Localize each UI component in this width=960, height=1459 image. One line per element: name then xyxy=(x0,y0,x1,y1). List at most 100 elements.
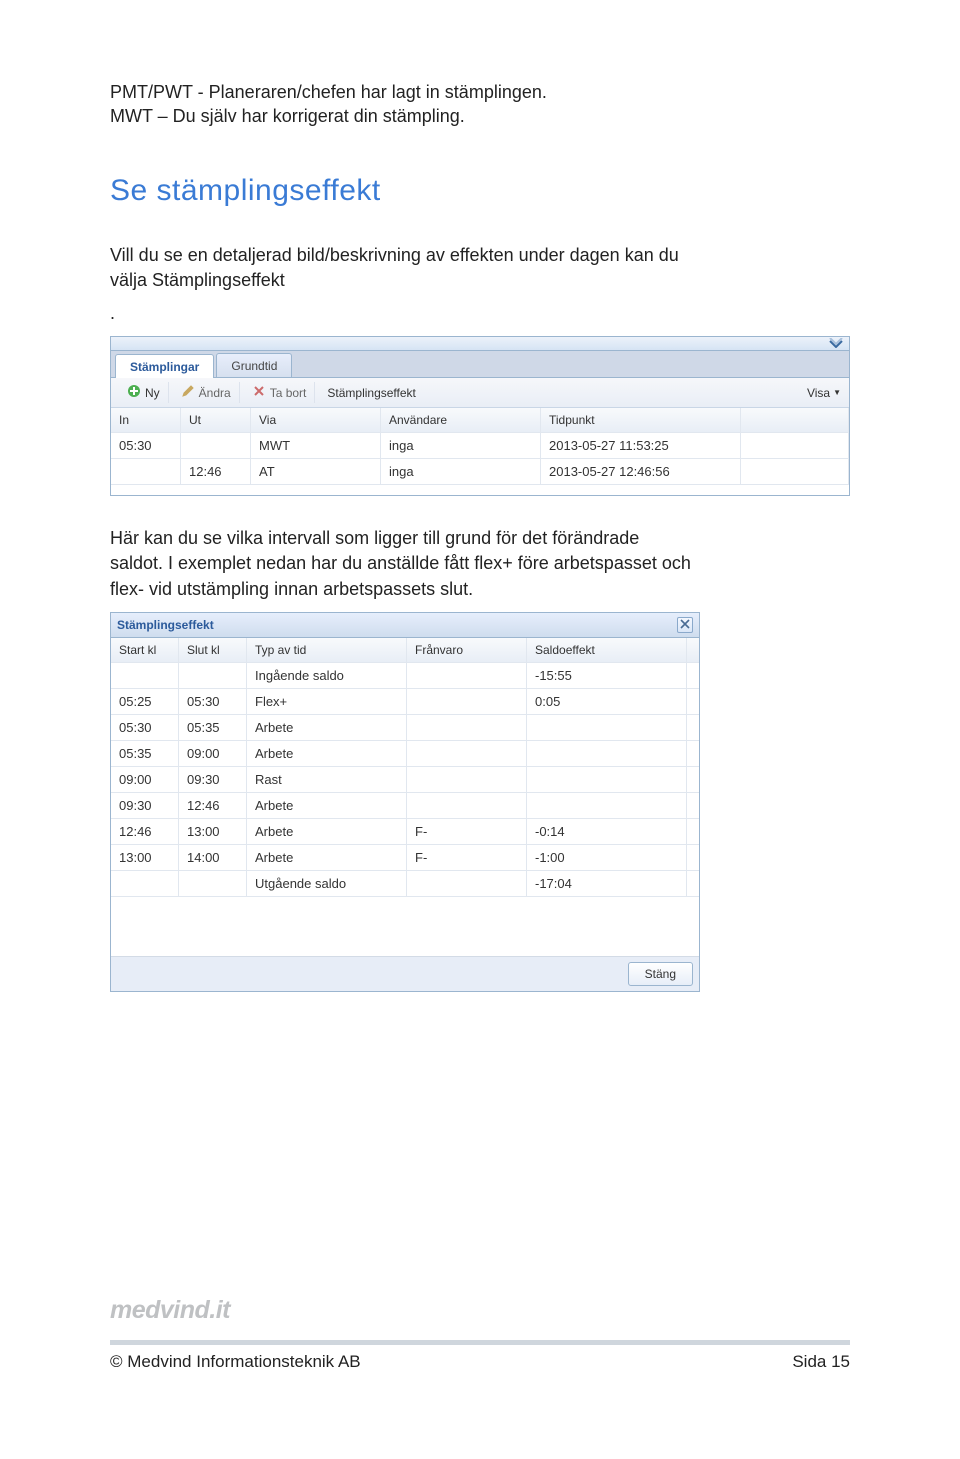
cell-ut xyxy=(181,433,251,458)
cell-in xyxy=(111,459,181,484)
stamplingseffekt-link[interactable]: Stämplingseffekt xyxy=(319,384,424,402)
table-row[interactable]: 12:46 13:00 Arbete F- -0:14 xyxy=(111,819,699,845)
table-row[interactable]: 09:30 12:46 Arbete xyxy=(111,793,699,819)
col-via: Via xyxy=(251,408,381,432)
cell: -15:55 xyxy=(527,663,687,688)
cell xyxy=(111,663,179,688)
cell: 12:46 xyxy=(111,819,179,844)
cell xyxy=(111,871,179,896)
page-footer: © Medvind Informationsteknik AB Sida 15 xyxy=(110,1352,850,1372)
intro-line-1: PMT/PWT - Planeraren/chefen har lagt in … xyxy=(110,82,547,102)
pencil-icon xyxy=(181,384,195,401)
cell: F- xyxy=(407,845,527,870)
close-icon xyxy=(680,618,690,632)
cell xyxy=(407,715,527,740)
cell: 09:30 xyxy=(179,767,247,792)
table-row[interactable]: Utgående saldo -17:04 xyxy=(111,871,699,897)
cell: -0:14 xyxy=(527,819,687,844)
cell: -1:00 xyxy=(527,845,687,870)
cell-tid: 2013-05-27 12:46:56 xyxy=(541,459,741,484)
cell xyxy=(527,741,687,766)
cell: 05:35 xyxy=(179,715,247,740)
dialog-titlebar: Stämplingseffekt xyxy=(111,613,699,638)
cell: Arbete xyxy=(247,715,407,740)
cell xyxy=(407,871,527,896)
cell xyxy=(407,793,527,818)
effect-grid-header: Start kl Slut kl Typ av tid Frånvaro Sal… xyxy=(111,638,699,663)
col-slut: Slut kl xyxy=(179,638,247,662)
delete-icon xyxy=(252,384,266,401)
cell-in: 05:30 xyxy=(111,433,181,458)
intro-paragraph: PMT/PWT - Planeraren/chefen har lagt in … xyxy=(110,80,850,129)
cell xyxy=(407,689,527,714)
cell-anv: inga xyxy=(381,433,541,458)
col-typ: Typ av tid xyxy=(247,638,407,662)
table-row[interactable]: 12:46 AT inga 2013-05-27 12:46:56 xyxy=(111,459,849,485)
body1-line2: välja Stämplingseffekt xyxy=(110,270,285,290)
tab-grundtid[interactable]: Grundtid xyxy=(216,353,292,377)
dialog-title: Stämplingseffekt xyxy=(117,618,214,632)
body-paragraph-2: Här kan du se vilka intervall som ligger… xyxy=(110,526,850,602)
cell-anv: inga xyxy=(381,459,541,484)
stamplingar-panel: Stämplingar Grundtid Ny Ändra Ta bort xyxy=(110,336,850,496)
close-button[interactable] xyxy=(677,617,693,633)
cell xyxy=(179,871,247,896)
col-ut: Ut xyxy=(181,408,251,432)
visa-dropdown[interactable]: Visa ▼ xyxy=(807,386,841,400)
body2-line2: saldot. I exemplet nedan har du anställd… xyxy=(110,553,691,573)
intro-line-2: MWT – Du själv har korrigerat din stämpl… xyxy=(110,106,465,126)
cell: -17:04 xyxy=(527,871,687,896)
brand-logo: medvind.it xyxy=(110,1296,230,1325)
table-row[interactable]: 13:00 14:00 Arbete F- -1:00 xyxy=(111,845,699,871)
cell: Arbete xyxy=(247,741,407,766)
body2-line3: flex- vid utstämpling innan arbetspasset… xyxy=(110,579,473,599)
cell: Rast xyxy=(247,767,407,792)
cell-ut: 12:46 xyxy=(181,459,251,484)
body2-line1: Här kan du se vilka intervall som ligger… xyxy=(110,528,639,548)
cell xyxy=(527,793,687,818)
footer-divider xyxy=(110,1340,850,1345)
cell-via: AT xyxy=(251,459,381,484)
tab-stamplingar[interactable]: Stämplingar xyxy=(115,354,214,378)
toolbar: Ny Ändra Ta bort Stämplingseffekt Visa ▼ xyxy=(111,378,849,408)
cell: F- xyxy=(407,819,527,844)
cell: 13:00 xyxy=(111,845,179,870)
panel-collapse-bar[interactable] xyxy=(111,337,849,351)
table-row[interactable]: 09:00 09:30 Rast xyxy=(111,767,699,793)
dialog-footer: Stäng xyxy=(111,957,699,991)
cell: Arbete xyxy=(247,845,407,870)
col-in: In xyxy=(111,408,181,432)
cell: Ingående saldo xyxy=(247,663,407,688)
table-row[interactable]: Ingående saldo -15:55 xyxy=(111,663,699,689)
cell: 14:00 xyxy=(179,845,247,870)
cell-via: MWT xyxy=(251,433,381,458)
table-row[interactable]: 05:30 MWT inga 2013-05-27 11:53:25 xyxy=(111,433,849,459)
cell: 12:46 xyxy=(179,793,247,818)
body1-line1: Vill du se en detaljerad bild/beskrivnin… xyxy=(110,245,679,265)
table-row[interactable]: 05:30 05:35 Arbete xyxy=(111,715,699,741)
cell: 09:00 xyxy=(179,741,247,766)
cell xyxy=(179,663,247,688)
cell xyxy=(527,715,687,740)
new-label: Ny xyxy=(145,386,160,400)
cell: 05:35 xyxy=(111,741,179,766)
table-row[interactable]: 05:25 05:30 Flex+ 0:05 xyxy=(111,689,699,715)
col-saldo: Saldoeffekt xyxy=(527,638,687,662)
cell xyxy=(407,741,527,766)
caret-down-icon: ▼ xyxy=(833,388,841,397)
delete-label: Ta bort xyxy=(270,386,307,400)
cell: Utgående saldo xyxy=(247,871,407,896)
cell: 09:30 xyxy=(111,793,179,818)
visa-label: Visa xyxy=(807,386,830,400)
edit-button[interactable]: Ändra xyxy=(173,382,240,403)
cell-tid: 2013-05-27 11:53:25 xyxy=(541,433,741,458)
edit-label: Ändra xyxy=(199,386,231,400)
table-row[interactable]: 05:35 09:00 Arbete xyxy=(111,741,699,767)
col-franvaro: Frånvaro xyxy=(407,638,527,662)
close-dialog-button[interactable]: Stäng xyxy=(628,962,693,986)
chevron-down-icon xyxy=(829,336,843,351)
cell: 09:00 xyxy=(111,767,179,792)
cell: Flex+ xyxy=(247,689,407,714)
new-button[interactable]: Ny xyxy=(119,382,169,403)
delete-button[interactable]: Ta bort xyxy=(244,382,316,403)
